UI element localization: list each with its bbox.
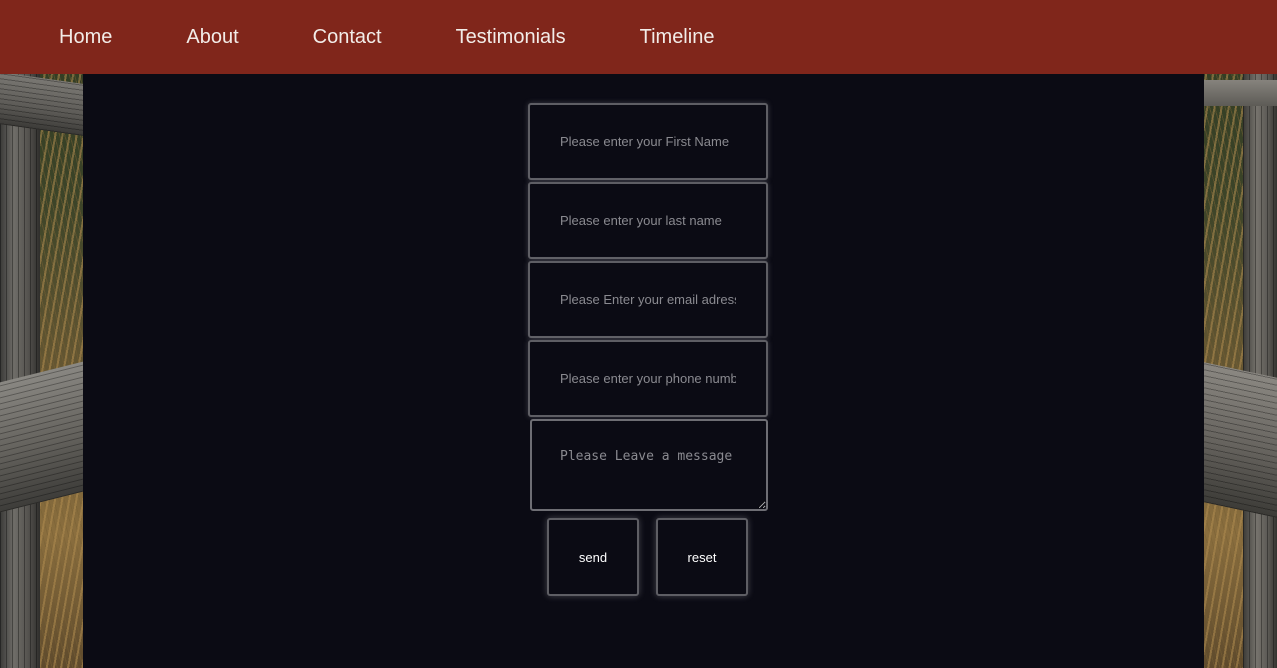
- form-buttons: send reset: [528, 518, 768, 598]
- fence-rail: [1204, 80, 1277, 106]
- phone-input[interactable]: [528, 340, 768, 417]
- last-name-input[interactable]: [528, 182, 768, 259]
- fence-rail: [0, 361, 83, 513]
- nav-link-testimonials[interactable]: Testimonials: [431, 0, 591, 74]
- message-textarea[interactable]: [530, 419, 768, 511]
- contact-form: send reset: [528, 103, 768, 598]
- nav-link-home[interactable]: Home: [34, 0, 137, 74]
- nav-link-timeline[interactable]: Timeline: [615, 0, 740, 74]
- background-image-right: [1204, 0, 1277, 668]
- send-button[interactable]: send: [547, 518, 639, 596]
- nav-link-contact[interactable]: Contact: [288, 0, 407, 74]
- navbar: Home About Contact Testimonials Timeline: [0, 0, 1277, 74]
- email-input[interactable]: [528, 261, 768, 338]
- nav-link-about[interactable]: About: [161, 0, 263, 74]
- background-image-left: [0, 0, 83, 668]
- reset-button[interactable]: reset: [656, 518, 748, 596]
- fence-rail: [1204, 362, 1277, 518]
- first-name-input[interactable]: [528, 103, 768, 180]
